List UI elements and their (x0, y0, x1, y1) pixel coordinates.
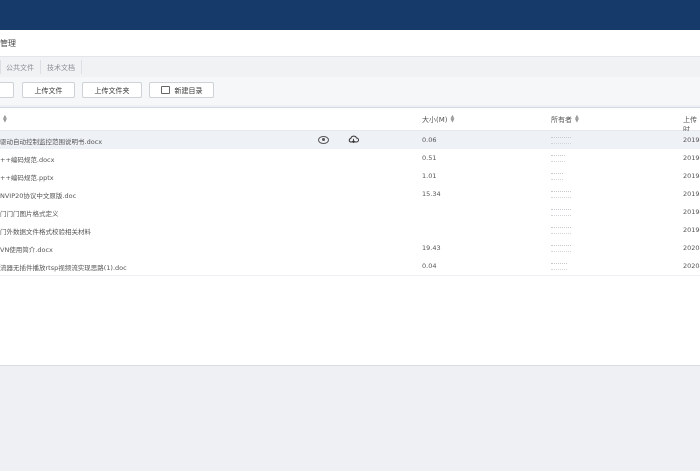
table-header: ▲ ▼ 大小(M) ▲ ▼ 所有者 ▲ ▼ 上传时 (0, 108, 700, 134)
upload-date: 2019- (683, 136, 700, 144)
eye-icon[interactable] (318, 136, 329, 144)
new-directory-label: 新建目录 (174, 87, 203, 95)
upload-date: 2019- (683, 208, 700, 216)
page-title: 管理 (0, 39, 16, 48)
breadcrumb-separator (0, 60, 1, 74)
page-footer-area (0, 365, 700, 471)
toolbar-button-partial[interactable] (0, 82, 14, 98)
file-size: 0.51 (422, 154, 437, 162)
file-size: 19.43 (422, 244, 441, 252)
upload-date: 2019- (683, 190, 700, 198)
table-row[interactable]: 门门门图片格式定义 2019- (0, 203, 700, 222)
file-name[interactable]: 驱动自动控制监控范围说明书.docx (0, 136, 102, 146)
table-row[interactable]: VN使用简介.docx 19.43 2020- (0, 239, 700, 258)
toolbar: 上传文件 上传文件夹 新建目录 (0, 77, 700, 105)
upload-file-button[interactable]: 上传文件 (22, 82, 75, 98)
file-name[interactable]: NVIP20协议中文原版.doc (0, 190, 76, 200)
cloud-download-icon[interactable] (348, 135, 359, 144)
sort-icon: ▲ ▼ (450, 114, 455, 124)
file-size: 1.01 (422, 172, 437, 180)
sort-icon: ▲ ▼ (3, 114, 7, 124)
owner-redacted (551, 191, 571, 198)
breadcrumb-item-tech-docs[interactable]: 技术文档 (47, 63, 75, 73)
owner-redacted (551, 209, 571, 216)
new-directory-button[interactable]: 新建目录 (149, 82, 214, 98)
table-row[interactable]: 驱动自动控制监控范围说明书.docx 0.06 2019- (0, 131, 700, 150)
owner-redacted (551, 173, 563, 180)
owner-redacted (551, 227, 571, 234)
table-row[interactable]: 流器无插件播放rtsp视频流实现思路(1).doc 0.04 2020- (0, 257, 700, 276)
folder-plus-icon (160, 86, 170, 94)
table-row[interactable]: ++编码规范.docx 0.51 2019- (0, 149, 700, 168)
upload-date: 2020- (683, 244, 700, 252)
file-name[interactable]: 门门门图片格式定义 (0, 208, 59, 218)
top-header-bar (0, 0, 700, 30)
name-column-sort[interactable]: ▲ ▼ (0, 115, 7, 124)
owner-redacted (551, 155, 565, 162)
breadcrumb-separator (40, 60, 41, 74)
size-column-header[interactable]: 大小(M) ▲ ▼ (422, 115, 454, 125)
owner-column-header[interactable]: 所有者 ▲ ▼ (551, 115, 579, 125)
file-size: 0.06 (422, 136, 437, 144)
breadcrumb-separator (81, 60, 82, 74)
title-bar: 管理 (0, 30, 700, 57)
upload-date: 2019- (683, 226, 700, 234)
upload-date: 2020- (683, 262, 700, 270)
owner-redacted (551, 245, 571, 252)
file-name[interactable]: ++编码规范.docx (0, 154, 54, 164)
table-row[interactable]: NVIP20协议中文原版.doc 15.34 2019- (0, 185, 700, 204)
owner-redacted (551, 263, 567, 270)
breadcrumb-item-public[interactable]: 公共文件 (6, 63, 34, 73)
upload-date: 2019- (683, 154, 700, 162)
file-size: 15.34 (422, 190, 441, 198)
upload-date: 2019- (683, 172, 700, 180)
table-row[interactable]: ++编码规范.pptx 1.01 2019- (0, 167, 700, 186)
table-row[interactable]: 门外数据文件格式校验相关材料 2019- (0, 221, 700, 240)
owner-redacted (551, 137, 571, 144)
file-list-panel: ▲ ▼ 大小(M) ▲ ▼ 所有者 ▲ ▼ 上传时 驱动自动控制监控范围说明书.docx … (0, 107, 700, 366)
breadcrumb: 公共文件 技术文档 (0, 57, 700, 78)
file-size: 0.04 (422, 262, 437, 270)
file-name[interactable]: ++编码规范.pptx (0, 172, 54, 182)
file-name[interactable]: 门外数据文件格式校验相关材料 (0, 226, 91, 236)
file-name[interactable]: 流器无插件播放rtsp视频流实现思路(1).doc (0, 262, 127, 272)
upload-folder-button[interactable]: 上传文件夹 (82, 82, 142, 98)
sort-icon: ▲ ▼ (575, 114, 579, 124)
file-name[interactable]: VN使用简介.docx (0, 244, 53, 254)
